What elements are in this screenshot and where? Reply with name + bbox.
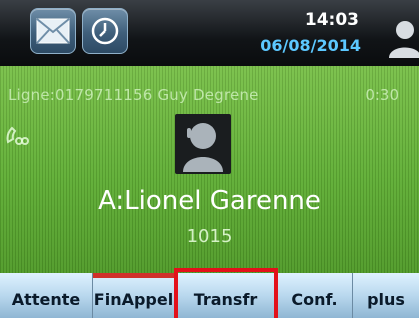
end-call-softkey[interactable]: FinAppel [93,273,175,318]
callee-name: A:Lionel Garenne [98,186,321,216]
messages-button[interactable] [30,8,76,54]
status-bar: 14:03 06/08/2014 [0,0,419,66]
call-history-button[interactable] [82,8,128,54]
clock-icon [91,17,119,45]
line-info: Ligne:0179711156 Guy Degrene [8,86,259,104]
handset-icon [6,126,29,145]
contact-avatar [175,114,231,174]
mail-icon [36,18,70,44]
active-call-panel[interactable]: Ligne:0179711156 Guy Degrene 0:30 A:Lion… [0,66,419,273]
hold-softkey[interactable]: Attente [0,273,93,318]
call-duration: 0:30 [365,86,399,104]
transfer-highlight-frame [174,268,278,318]
person-icon [183,123,223,172]
user-icon [389,21,419,58]
clock-time: 14:03 [304,10,359,30]
conference-softkey[interactable]: Conf. [277,273,353,318]
more-softkey[interactable]: plus [353,273,419,318]
callee-extension: 1015 [186,226,233,247]
clock-date: 06/08/2014 [260,36,361,55]
